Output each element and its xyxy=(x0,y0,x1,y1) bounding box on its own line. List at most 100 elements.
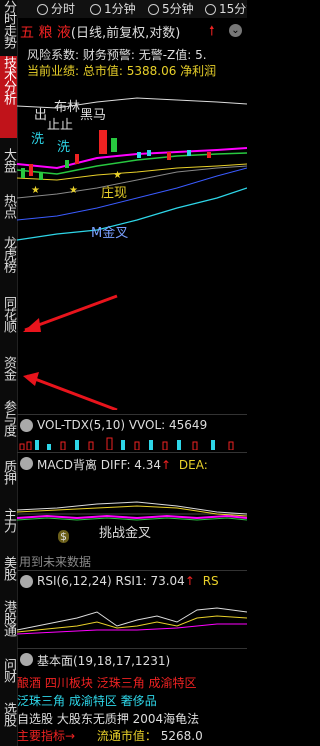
sidebar-item-market[interactable]: 大盘 xyxy=(0,148,17,186)
sidebar-item-hot[interactable]: 热点 xyxy=(0,194,17,232)
up-arrow-icon: 🠕 xyxy=(209,24,215,39)
chevron-down-icon[interactable]: ⌄ xyxy=(229,24,242,37)
tab-intraday[interactable]: 分时 xyxy=(37,0,75,18)
candle xyxy=(207,152,211,158)
tag[interactable]: 成渝特区 xyxy=(149,676,197,690)
star-icon: ★ xyxy=(113,170,122,181)
label-black-horse: 黑马 xyxy=(80,108,107,123)
risk-info: 风险系数: 财务预警: 无警-Z值: 5. xyxy=(27,48,207,62)
tag[interactable]: 泛珠三角 xyxy=(97,676,145,690)
sidebar-item-hk-connect[interactable]: 港股通 xyxy=(0,600,17,654)
sidebar-item-pledge[interactable]: 质押 xyxy=(0,460,17,498)
tag[interactable]: 泛珠三角 xyxy=(17,694,65,708)
rsi-text: RSI(6,12,24) RSI1: 73.04 xyxy=(37,574,185,588)
radio-icon xyxy=(37,4,48,15)
label-m-golden-cross: M金叉 xyxy=(91,226,129,241)
sidebar-item-main-force[interactable]: 主力 xyxy=(0,508,17,546)
tab-15min[interactable]: 15分钟 xyxy=(205,0,247,18)
tab-label: 分时 xyxy=(51,2,76,16)
chart-mode: (日线,前复权,对数) xyxy=(70,26,181,41)
ma-cyan-line xyxy=(17,187,247,241)
candle xyxy=(75,154,79,164)
float-cap-value: 5268.0 xyxy=(160,729,203,743)
sidebar-item-stock-picker[interactable]: 选股 xyxy=(0,702,17,742)
tab-label: 5分钟 xyxy=(162,2,194,16)
ma-gray-line xyxy=(17,165,247,199)
label-wash-2: 洗 xyxy=(57,140,71,155)
candle xyxy=(147,150,151,156)
sidebar-item-intraday[interactable]: 分时走势 xyxy=(0,0,17,52)
main-indicators-link[interactable]: 主要指标→ xyxy=(17,729,75,743)
candle xyxy=(65,160,69,168)
float-cap-label: 流通市值： xyxy=(96,729,157,743)
stock-title-bar: 五 粮 液(日线,前复权,对数) 🠕 ⌄ xyxy=(17,20,247,42)
stock-title[interactable]: 五 粮 液(日线,前复权,对数) xyxy=(20,22,180,42)
candle xyxy=(99,130,107,154)
annotation-arrow xyxy=(26,374,118,410)
volume-label: VOL-TDX(5,10) VVOL: 45649 xyxy=(37,418,208,432)
annotation-arrow-head xyxy=(23,372,39,386)
tags-row-1: 酿酒 四川板块 泛珠三角 成渝特区 xyxy=(17,674,247,692)
settings-icon[interactable] xyxy=(20,653,33,666)
rsi-label: RSI(6,12,24) RSI1: 73.04↑ RS xyxy=(37,574,219,588)
ma-blue-line xyxy=(17,167,247,221)
macd-dea: DEA: xyxy=(178,458,208,472)
star-icon: ★ xyxy=(31,185,40,196)
sidebar-item-us-stocks[interactable]: 美股 xyxy=(0,556,17,594)
period-bar: 分时 1分钟 5分钟 15分钟 xyxy=(17,0,247,18)
main-indicators-row: 主要指标→ 流通市值： 5268.0 xyxy=(17,727,247,745)
sidebar-item-dragon-tiger[interactable]: 龙虎榜 xyxy=(0,236,17,290)
tab-5min[interactable]: 5分钟 xyxy=(148,0,194,18)
fundamentals-panel-header: 基本面(19,18,17,1231) xyxy=(17,648,247,671)
up-arrow-icon: ↑ xyxy=(161,458,172,472)
candle xyxy=(39,172,43,180)
sidebar-item-wencai[interactable]: 问财 xyxy=(0,658,17,696)
fundamentals-label: 基本面(19,18,17,1231) xyxy=(37,654,171,668)
rsi-chart xyxy=(17,607,247,635)
volume-bars xyxy=(19,437,234,450)
dollar-badge-icon: $ xyxy=(58,530,69,543)
macd-note: 挑战金叉 xyxy=(99,526,152,541)
macd-text: MACD背离 DIFF: 4.34 xyxy=(37,458,162,472)
sidebar-item-tonghuashun[interactable]: 同花顺 xyxy=(0,296,17,350)
radio-icon xyxy=(90,4,101,15)
sidebar-item-participation[interactable]: 参与度 xyxy=(0,400,17,454)
tab-label: 15分钟 xyxy=(219,2,247,16)
settings-icon[interactable] xyxy=(20,457,33,470)
tab-1min[interactable]: 1分钟 xyxy=(90,0,136,18)
ma-white-line xyxy=(17,97,247,109)
label-zhuang: 庄现 xyxy=(101,186,128,201)
star-icon: ★ xyxy=(69,185,78,196)
tag[interactable]: 酿酒 xyxy=(17,676,41,690)
candle xyxy=(167,152,171,160)
label-bollinger: 布林 xyxy=(54,100,81,115)
tag[interactable]: 成渝特区 xyxy=(69,694,117,708)
future-data-note: 用到未来数据 xyxy=(19,555,92,569)
candle xyxy=(29,164,33,176)
sidebar-item-funds[interactable]: 资金 xyxy=(0,356,17,394)
tags-row-2: 泛珠三角 成渝特区 奢侈品 xyxy=(17,692,247,710)
stock-name: 五 粮 液 xyxy=(20,25,71,41)
sidebar: 分时走势 技术分析 大盘 热点 龙虎榜 同花顺 资金 参与度 质押 主力 美股 … xyxy=(0,0,18,746)
tag[interactable]: 四川板块 xyxy=(45,676,93,690)
candle xyxy=(187,150,191,156)
label-stop-1: 止 xyxy=(47,118,61,133)
performance-info: 当前业绩: 总市值: 5388.06 净利润 xyxy=(27,64,217,78)
tag[interactable]: 奢侈品 xyxy=(121,694,157,708)
volume-panel-header: VOL-TDX(5,10) VVOL: 45649 xyxy=(17,414,247,437)
settings-icon[interactable] xyxy=(20,575,33,588)
sidebar-item-technical[interactable]: 技术分析 xyxy=(0,56,17,138)
ma-green-line xyxy=(17,152,247,175)
tab-label: 1分钟 xyxy=(104,2,136,16)
candle xyxy=(111,138,117,152)
up-arrow-icon: ↑ xyxy=(184,574,195,588)
label-stop-2: 止 xyxy=(60,118,74,133)
tags-row-3: 自选股 大股东无质押 2004海龟法 xyxy=(17,712,200,726)
settings-icon[interactable] xyxy=(20,419,33,432)
radio-icon xyxy=(148,4,159,15)
rsi-panel-header: RSI(6,12,24) RSI1: 73.04↑ RS xyxy=(17,570,247,593)
macd-panel-header: MACD背离 DIFF: 4.34↑ DEA: xyxy=(17,452,247,475)
ma-magenta-line xyxy=(17,147,247,170)
label-wash-1: 洗 xyxy=(31,132,45,147)
candle xyxy=(137,152,141,158)
